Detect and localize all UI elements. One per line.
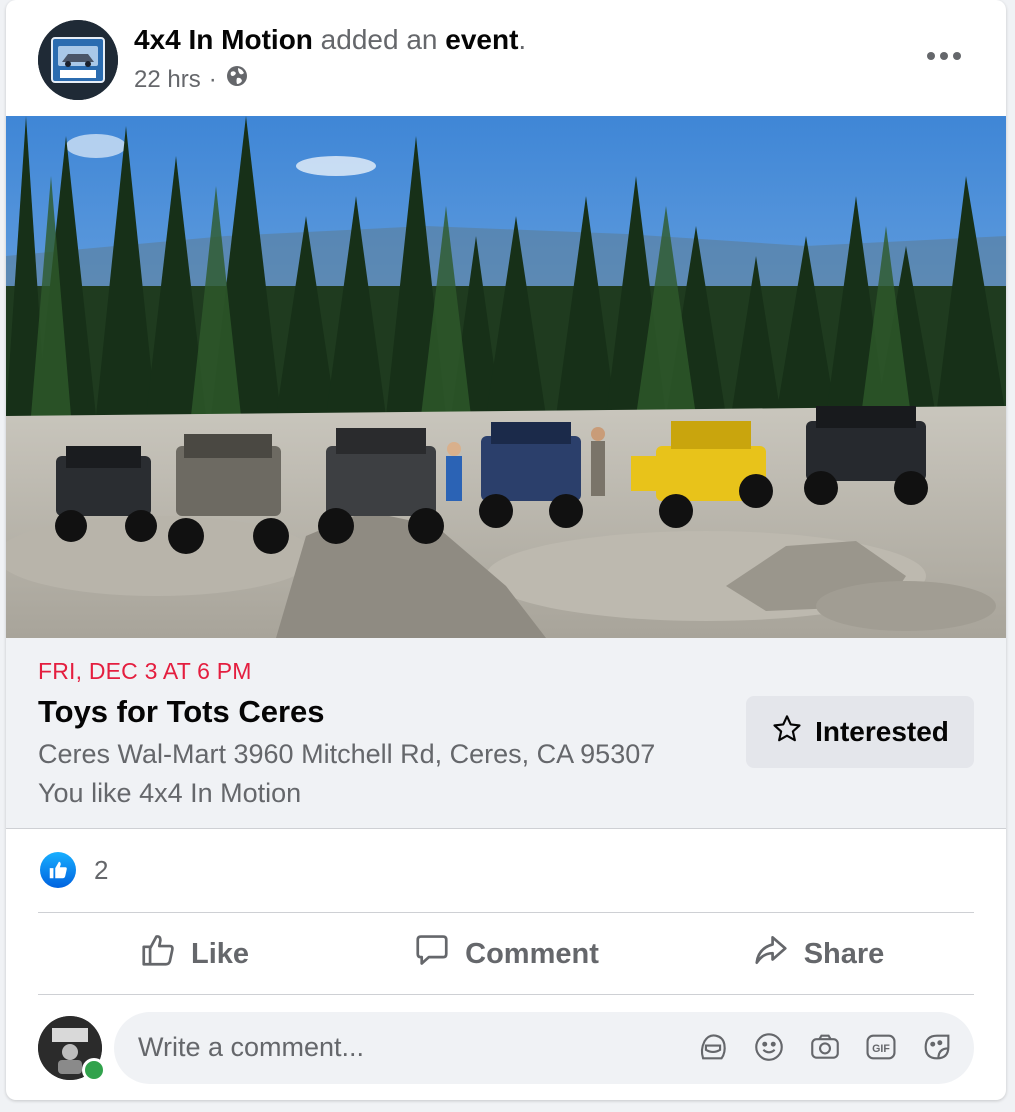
sticker-icon[interactable]: [920, 1030, 954, 1064]
like-label: Like: [190, 937, 250, 970]
event-cover-photo[interactable]: [6, 116, 1006, 638]
post-period: .: [518, 24, 527, 55]
page-avatar[interactable]: [38, 20, 118, 100]
comment-placeholder: Write a comment...: [138, 1032, 365, 1062]
composer-tools: GIF: [696, 1030, 954, 1064]
feed-post-card: 4x4 In Motion added an event. 22 hrs · F…: [6, 0, 1006, 1100]
star-icon: [771, 713, 803, 752]
divider: [38, 912, 974, 913]
dot-icon: [940, 52, 948, 60]
post-header-line: 4x4 In Motion added an event.: [134, 22, 526, 58]
page-name-link[interactable]: 4x4 In Motion: [134, 24, 313, 55]
globe-icon[interactable]: [225, 64, 249, 95]
speech-bubble-icon: [413, 931, 451, 977]
comment-input[interactable]: Write a comment... GIF: [114, 1012, 974, 1084]
comment-button[interactable]: Comment: [350, 914, 662, 994]
emoji-icon[interactable]: [752, 1030, 786, 1064]
post-meta: 22 hrs ·: [134, 64, 249, 95]
post-action-bar: Like Comment Share: [38, 914, 974, 994]
more-options-button[interactable]: [922, 36, 966, 76]
dot-icon: [927, 52, 935, 60]
reactions-summary[interactable]: 2: [40, 852, 108, 888]
camera-icon[interactable]: [808, 1030, 842, 1064]
gif-icon[interactable]: GIF: [864, 1030, 898, 1064]
reaction-count: 2: [94, 854, 109, 885]
like-icon: [40, 852, 76, 888]
share-button[interactable]: Share: [662, 914, 974, 994]
divider: [38, 994, 974, 995]
dot-icon: [953, 52, 961, 60]
interested-button[interactable]: Interested: [746, 696, 974, 768]
interested-label: Interested: [815, 716, 949, 747]
event-link[interactable]: event: [445, 24, 518, 55]
svg-text:GIF: GIF: [872, 1043, 890, 1055]
comment-label: Comment: [465, 937, 599, 970]
event-location: Ceres Wal-Mart 3960 Mitchell Rd, Ceres, …: [38, 739, 656, 769]
event-title[interactable]: Toys for Tots Ceres: [38, 694, 325, 730]
like-button[interactable]: Like: [38, 914, 350, 994]
post-timestamp[interactable]: 22 hrs: [134, 66, 201, 94]
online-status-indicator: [82, 1058, 106, 1082]
event-date: FRI, DEC 3 AT 6 PM: [38, 658, 252, 684]
share-label: Share: [803, 937, 885, 970]
thumbs-up-icon: [139, 931, 177, 977]
event-social-context: You like 4x4 In Motion: [38, 778, 302, 808]
current-user-avatar[interactable]: [38, 1016, 106, 1082]
meta-separator: ·: [208, 65, 217, 93]
event-details-panel[interactable]: FRI, DEC 3 AT 6 PM Toys for Tots Ceres C…: [6, 638, 1006, 829]
share-arrow-icon: [752, 931, 790, 977]
post-verb: added an: [312, 24, 446, 55]
avatar-sticker-icon[interactable]: [696, 1030, 730, 1064]
